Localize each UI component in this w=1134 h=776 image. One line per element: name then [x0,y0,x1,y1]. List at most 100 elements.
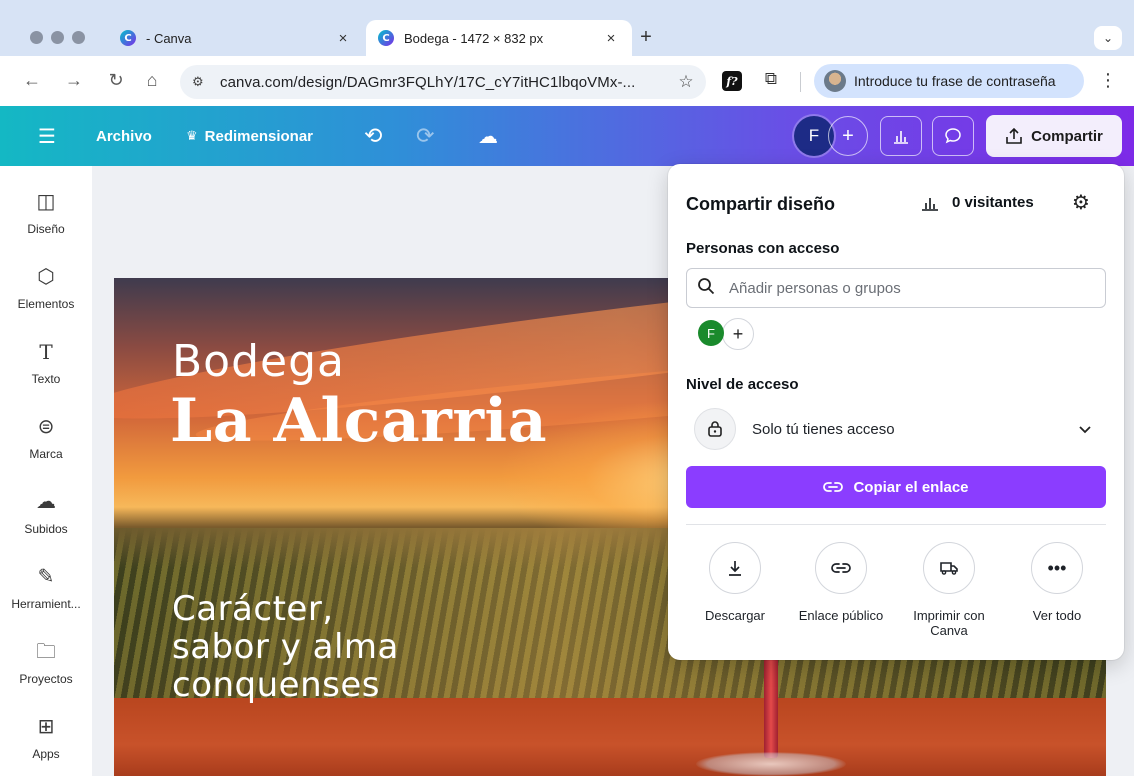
resize-button[interactable]: ♛ Redimensionar [186,106,313,166]
sidebar-item-label: Herramient... [11,597,81,611]
wine-glass-stem [764,658,778,758]
download-button[interactable]: Descargar [680,542,790,623]
maximize-window-dot[interactable] [72,31,85,44]
bar-chart-icon [894,131,908,144]
sidebar-item-projects[interactable]: 🗀 Proyectos [0,638,92,686]
back-arrow-icon[interactable]: ← [20,70,44,90]
canva-icon: C [378,30,394,46]
window-controls[interactable] [30,31,85,44]
print-with-canva-button[interactable]: Imprimir con Canva [894,542,1004,638]
tagline-line: sabor y alma [172,627,399,667]
file-menu-button[interactable]: Archivo [96,106,152,166]
action-label: Ver todo [1032,608,1082,623]
close-window-dot[interactable] [30,31,43,44]
close-icon[interactable]: × [600,30,622,47]
avatar[interactable]: F [698,320,724,346]
lock-icon [694,408,736,450]
link-icon [823,482,844,492]
share-panel-title: Compartir diseño [686,194,836,214]
hamburger-menu-icon[interactable]: ☰ [38,106,56,166]
avatar [824,70,846,92]
toolbar-divider [800,72,801,92]
bar-chart-icon [922,197,938,211]
sidebar-item-label: Proyectos [19,672,73,686]
tab-search-chevron-icon[interactable]: ⌄ [1094,26,1122,50]
share-actions: Descargar Enlace público Imprimir con Ca… [686,542,1106,652]
share-label: Compartir [1031,127,1103,145]
add-person-icon[interactable]: + [722,318,754,350]
table-surface [114,698,1106,776]
extension-f-icon[interactable]: f? [722,71,742,91]
access-level-select[interactable]: Solo tú tienes acceso [686,406,1106,452]
forward-arrow-icon[interactable]: → [62,70,86,90]
profile-prompt-text: Introduce tu frase de contraseña [854,73,1056,89]
chevron-down-icon [1078,421,1092,437]
copy-link-label: Copiar el enlace [853,478,969,496]
cloud-saved-icon[interactable]: ☁ [478,106,498,166]
wine-glass-base [696,752,846,776]
sidebar-item-label: Marca [29,447,63,461]
url-text[interactable]: canva.com/design/DAGmr3FQLhY/17C_cY7itHC… [220,74,672,91]
see-all-button[interactable]: ••• Ver todo [1002,542,1112,623]
share-button[interactable]: Compartir [986,115,1122,157]
tagline-line: conquenses [172,665,380,705]
extensions-puzzle-icon[interactable]: ⧉ [760,69,782,89]
action-label: Descargar [705,608,765,623]
more-icon: ••• [1031,542,1083,594]
design-title-line1[interactable]: Bodega [172,336,345,387]
apps-icon: ⊞ [37,716,55,738]
sidebar-item-uploads[interactable]: ☁ Subidos [0,488,92,536]
design-tagline[interactable]: Carácter, sabor y alma conquenses [172,590,532,704]
access-level-label: Nivel de acceso [686,376,799,393]
undo-icon[interactable]: ⟲ [364,106,382,166]
visitors-count: 0 visitantes [952,194,1034,211]
address-bar[interactable]: ⚙ canva.com/design/DAGmr3FQLhY/17C_cY7it… [180,65,706,99]
new-tab-button[interactable]: + [636,26,656,49]
sidebar-item-elements[interactable]: ⬡ Elementos [0,263,92,311]
truck-icon [923,542,975,594]
tab-title: Bodega - 1472 × 832 px [404,30,544,46]
reload-icon[interactable]: ↻ [104,70,128,90]
add-people-field[interactable] [686,268,1106,308]
action-label: Enlace público [798,608,884,623]
divider [686,524,1106,525]
redo-icon[interactable]: ⟳ [416,106,434,166]
site-settings-icon[interactable]: ⚙ [192,74,212,90]
tab-title: - Canva [146,30,192,46]
tagline-line: Carácter, [172,589,334,629]
upload-icon: ☁ [36,491,56,513]
minimize-window-dot[interactable] [51,31,64,44]
bookmark-star-icon[interactable]: ☆ [672,72,700,92]
left-sidebar: ◫ Diseño ⬡ Elementos T Texto ⊜ Marca ☁ S… [0,166,92,776]
sidebar-item-label: Apps [32,747,60,761]
people-access-label: Personas con acceso [686,240,840,257]
browser-tab-bodega[interactable]: C Bodega - 1472 × 832 px × [366,20,632,56]
sidebar-item-text[interactable]: T Texto [0,338,92,386]
close-icon[interactable]: × [332,30,354,47]
design-title-line2[interactable]: La Alcarria [170,386,547,456]
add-collaborator-icon[interactable]: + [828,116,868,156]
sidebar-item-design[interactable]: ◫ Diseño [0,188,92,236]
sidebar-item-brand[interactable]: ⊜ Marca [0,413,92,461]
home-icon[interactable]: ⌂ [140,70,164,90]
visitors-button[interactable]: 0 visitantes [920,194,1034,211]
profile-button[interactable]: Introduce tu frase de contraseña [814,64,1084,98]
sidebar-item-label: Diseño [27,222,65,236]
add-people-input[interactable] [729,279,1099,297]
sidebar-item-apps[interactable]: ⊞ Apps [0,713,92,761]
copy-link-button[interactable]: Copiar el enlace [686,466,1106,508]
shapes-icon: ⬡ [37,266,55,288]
public-link-button[interactable]: Enlace público [786,542,896,623]
folder-icon: 🗀 [36,641,56,663]
insights-chart-icon[interactable] [880,116,922,156]
sidebar-item-tools[interactable]: ✎ Herramient... [0,563,92,611]
share-upload-icon [1006,127,1022,144]
settings-gear-icon[interactable]: ⚙ [1072,190,1090,215]
browser-tab-canva[interactable]: C - Canva × [108,20,364,56]
comments-icon[interactable] [932,116,974,156]
browser-menu-icon[interactable]: ⋮ [1098,70,1118,90]
brand-icon: ⊜ [37,416,55,438]
tools-icon: ✎ [37,566,55,588]
share-panel: Compartir diseño 0 visitantes ⚙ Personas… [668,164,1124,660]
search-icon [697,277,719,300]
